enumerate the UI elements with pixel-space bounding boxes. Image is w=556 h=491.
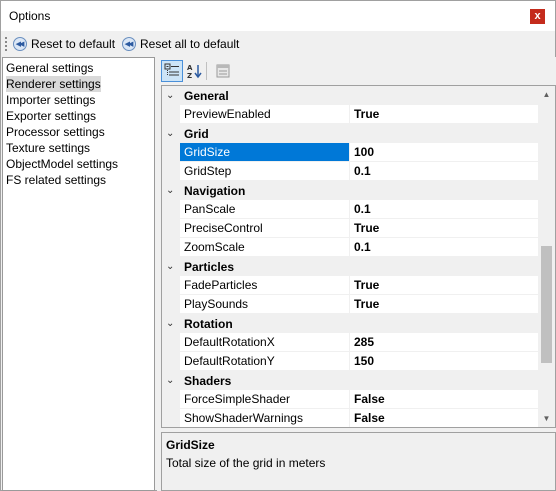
- list-item-processor-settings[interactable]: Processor settings: [6, 124, 105, 140]
- reset-all-to-default-label: Reset all to default: [140, 37, 240, 51]
- rewind-icon: ◀◀: [13, 37, 27, 51]
- property-name[interactable]: DefaultRotationX: [180, 333, 349, 352]
- list-item-importer-settings[interactable]: Importer settings: [6, 92, 95, 108]
- property-name[interactable]: ShowShaderWarnings: [180, 409, 349, 427]
- scroll-down-arrow-icon[interactable]: ▼: [538, 410, 555, 427]
- property-row[interactable]: GridSize 100: [162, 143, 538, 162]
- category-label: General: [184, 89, 229, 103]
- property-name[interactable]: PlaySounds: [180, 295, 349, 314]
- property-name[interactable]: GridSize: [180, 143, 349, 162]
- list-item-renderer-settings[interactable]: Renderer settings: [6, 76, 101, 92]
- property-value[interactable]: True: [349, 219, 538, 238]
- property-row[interactable]: ZoomScale 0.1: [162, 238, 538, 257]
- property-row[interactable]: PanScale 0.1: [162, 200, 538, 219]
- settings-category-list: General settings Renderer settings Impor…: [2, 57, 155, 491]
- property-value[interactable]: 100: [349, 143, 538, 162]
- reset-all-to-default-button[interactable]: ◀◀ Reset all to default: [122, 35, 239, 53]
- property-name[interactable]: ZoomScale: [180, 238, 349, 257]
- property-value[interactable]: 0.1: [349, 200, 538, 219]
- list-item-texture-settings[interactable]: Texture settings: [6, 140, 90, 156]
- property-value[interactable]: 285: [349, 333, 538, 352]
- toolbar-grip[interactable]: [5, 37, 7, 51]
- reset-to-default-button[interactable]: ◀◀ Reset to default: [13, 35, 115, 53]
- category-label: Grid: [184, 127, 209, 141]
- property-value[interactable]: False: [349, 409, 538, 427]
- scrollbar-thumb[interactable]: [541, 246, 552, 363]
- category-label: Navigation: [184, 184, 246, 198]
- collapse-chevron-icon[interactable]: ⌄: [166, 319, 176, 329]
- scroll-up-arrow-icon[interactable]: ▲: [538, 86, 555, 103]
- close-button[interactable]: x: [530, 9, 545, 24]
- property-name[interactable]: DefaultRotationY: [180, 352, 349, 371]
- description-text: Total size of the grid in meters: [166, 456, 326, 470]
- category-row[interactable]: ⌄ General: [162, 86, 538, 105]
- list-item-fs-related-settings[interactable]: FS related settings: [6, 172, 106, 188]
- property-value[interactable]: 0.1: [349, 238, 538, 257]
- property-value[interactable]: True: [349, 276, 538, 295]
- window-title: Options: [9, 9, 51, 23]
- category-row[interactable]: ⌄ Particles: [162, 257, 538, 276]
- category-row[interactable]: ⌄ Grid: [162, 124, 538, 143]
- toolbar-separator: [206, 62, 207, 80]
- description-title: GridSize: [166, 438, 215, 452]
- property-name[interactable]: FadeParticles: [180, 276, 349, 295]
- svg-text:Z: Z: [187, 72, 192, 79]
- property-name[interactable]: PanScale: [180, 200, 349, 219]
- list-item-exporter-settings[interactable]: Exporter settings: [6, 108, 96, 124]
- property-name[interactable]: PreciseControl: [180, 219, 349, 238]
- property-pages-button[interactable]: [212, 60, 234, 82]
- alphabetical-sort-icon: A Z: [187, 64, 202, 79]
- property-row[interactable]: PreviewEnabled True: [162, 105, 538, 124]
- property-row[interactable]: PlaySounds True: [162, 295, 538, 314]
- reset-to-default-label: Reset to default: [31, 37, 116, 51]
- property-name[interactable]: GridStep: [180, 162, 349, 181]
- property-grid-toolbar: A Z: [157, 57, 556, 85]
- property-grid: ⌄ General PreviewEnabled True ⌄ Grid GridSize 1…: [161, 85, 556, 428]
- list-item-objectmodel-settings[interactable]: ObjectModel settings: [6, 156, 118, 172]
- collapse-chevron-icon[interactable]: ⌄: [166, 262, 176, 272]
- vertical-scrollbar[interactable]: ▲ ▼: [538, 86, 555, 427]
- collapse-chevron-icon[interactable]: ⌄: [166, 186, 176, 196]
- category-label: Particles: [184, 260, 235, 274]
- property-row[interactable]: DefaultRotationY 150: [162, 352, 538, 371]
- property-row[interactable]: ForceSimpleShader False: [162, 390, 538, 409]
- list-item-general-settings[interactable]: General settings: [6, 60, 93, 76]
- collapse-chevron-icon[interactable]: ⌄: [166, 91, 176, 101]
- category-label: Shaders: [184, 374, 232, 388]
- options-dialog: Options x ◀◀ Reset to default ◀◀ Reset a…: [0, 0, 556, 491]
- categorized-view-icon: [164, 63, 179, 76]
- property-value[interactable]: True: [349, 105, 538, 124]
- collapse-chevron-icon[interactable]: ⌄: [166, 376, 176, 386]
- property-value[interactable]: 0.1: [349, 162, 538, 181]
- property-row[interactable]: PreciseControl True: [162, 219, 538, 238]
- title-bar: Options x: [1, 1, 555, 31]
- property-panel: A Z ⌄ General PreviewEnabled True ⌄ Grid GridS…: [157, 57, 556, 491]
- property-pages-icon: [216, 64, 230, 78]
- description-pane: GridSize Total size of the grid in meter…: [161, 432, 556, 491]
- property-row[interactable]: ShowShaderWarnings False: [162, 409, 538, 427]
- collapse-chevron-icon[interactable]: ⌄: [166, 129, 176, 139]
- property-value[interactable]: False: [349, 390, 538, 409]
- property-row[interactable]: GridStep 0.1: [162, 162, 538, 181]
- property-value[interactable]: True: [349, 295, 538, 314]
- property-name[interactable]: PreviewEnabled: [180, 105, 349, 124]
- property-name[interactable]: ForceSimpleShader: [180, 390, 349, 409]
- toolbar: ◀◀ Reset to default ◀◀ Reset all to defa…: [1, 32, 555, 56]
- categorized-view-button[interactable]: [161, 60, 183, 82]
- property-row[interactable]: FadeParticles True: [162, 276, 538, 295]
- alphabetical-sort-button[interactable]: A Z: [184, 60, 206, 82]
- category-row[interactable]: ⌄ Navigation: [162, 181, 538, 200]
- rewind-icon: ◀◀: [122, 37, 136, 51]
- svg-text:A: A: [187, 64, 193, 72]
- property-row[interactable]: DefaultRotationX 285: [162, 333, 538, 352]
- property-value[interactable]: 150: [349, 352, 538, 371]
- category-row[interactable]: ⌄ Shaders: [162, 371, 538, 390]
- category-row[interactable]: ⌄ Rotation: [162, 314, 538, 333]
- category-label: Rotation: [184, 317, 233, 331]
